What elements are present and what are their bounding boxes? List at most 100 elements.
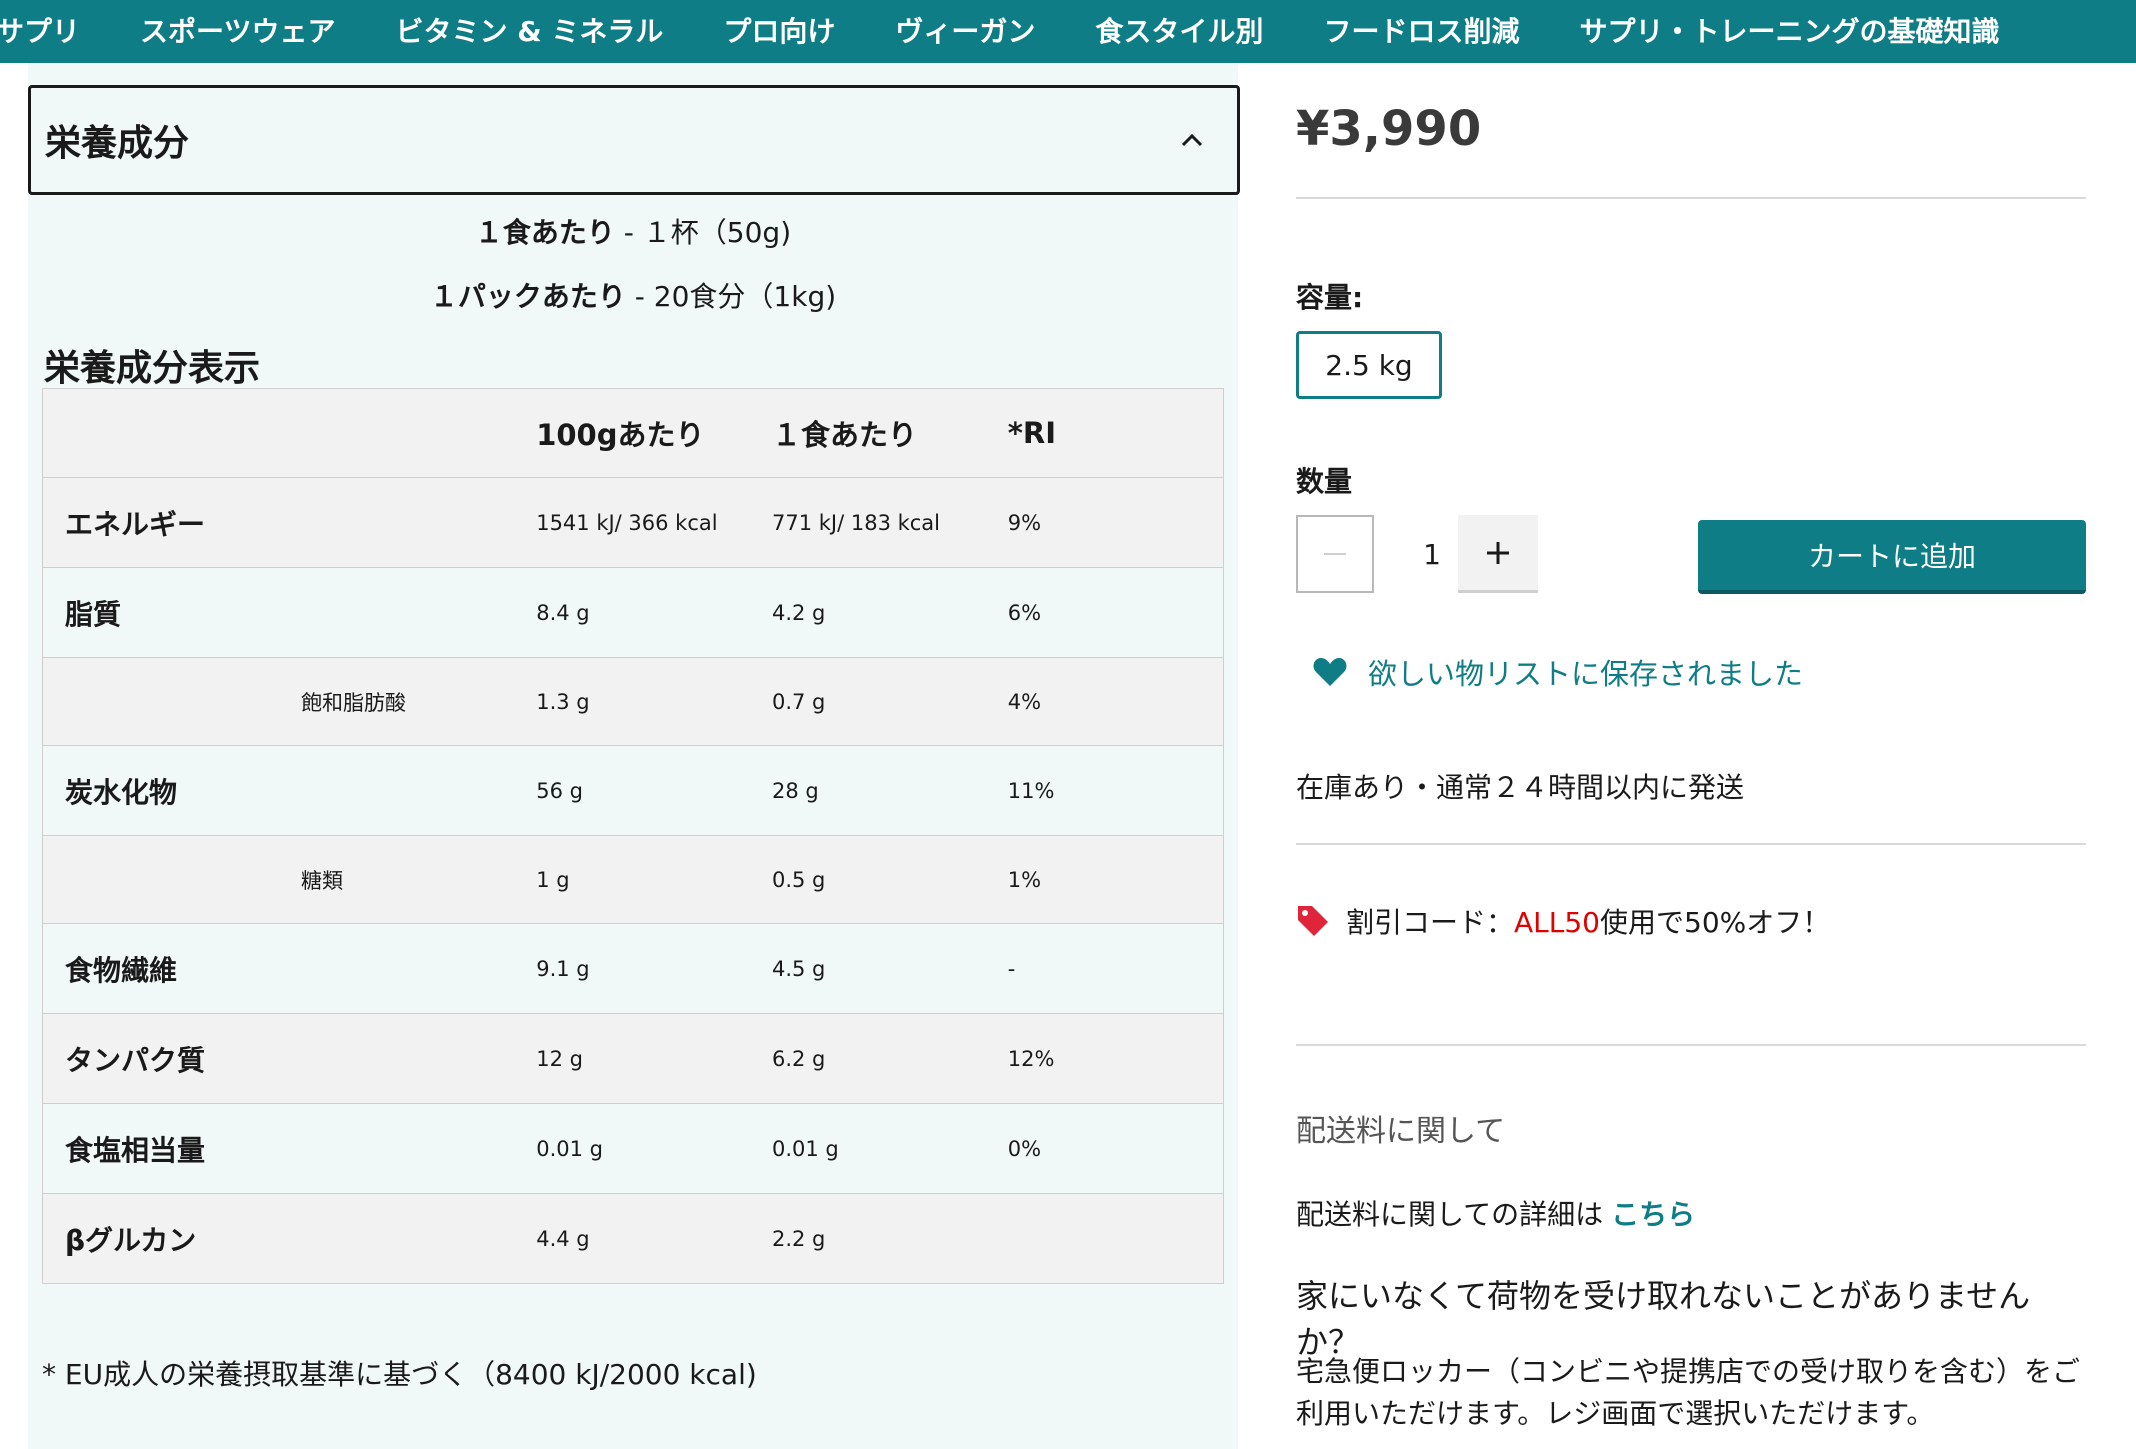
nutrient-ri: 4% bbox=[1007, 689, 1042, 714]
accordion-title: 栄養成分 bbox=[45, 123, 190, 164]
add-to-cart-button[interactable]: カートに追加 bbox=[1698, 520, 2086, 594]
nutrient-per-serving: 28 g bbox=[771, 778, 819, 803]
column-header-name bbox=[43, 389, 537, 478]
nutrient-name: 食塩相当量 bbox=[65, 1133, 206, 1167]
nutrient-per100g: 1 g bbox=[536, 867, 570, 892]
nutrient-name: 食物繊維 bbox=[65, 953, 178, 987]
nutrient-per100g: 8.4 g bbox=[536, 600, 590, 625]
nutrient-subname: 飽和脂肪酸 bbox=[301, 690, 406, 715]
table-row: βグルカン 4.4 g 2.2 g bbox=[42, 1193, 1224, 1284]
minus-icon bbox=[1324, 553, 1346, 555]
discount-code: ALL50 bbox=[1514, 906, 1600, 939]
nav-item-vitamins[interactable]: ビタミン & ミネラル bbox=[365, 0, 693, 63]
servings-per-pack-value: - 20食分（1kg) bbox=[625, 280, 837, 313]
nav-item-food-loss[interactable]: フードロス削減 bbox=[1293, 0, 1549, 63]
nutrient-ri: 1% bbox=[1007, 867, 1042, 892]
nutrient-ri: 12% bbox=[1007, 1046, 1055, 1071]
locker-question: 家にいなくて荷物を受け取れないことがありませんか？ bbox=[1296, 1277, 2031, 1361]
shipping-detail: 配送料に関しての詳細は こちら bbox=[1296, 1193, 1695, 1233]
table-row: 飽和脂肪酸 1.3 g 0.7 g 4% bbox=[42, 657, 1224, 746]
table-row: 糖類 1 g 0.5 g 1% bbox=[42, 835, 1224, 924]
quantity-value[interactable]: 1 bbox=[1402, 515, 1462, 593]
tag-icon bbox=[1298, 906, 1328, 936]
product-price: ¥3,990 bbox=[1296, 101, 1482, 157]
heart-icon bbox=[1313, 658, 1347, 686]
nutrient-per100g: 12 g bbox=[536, 1046, 583, 1071]
table-row: 食物繊維 9.1 g 4.5 g - bbox=[42, 923, 1224, 1014]
nav-item-diet-style[interactable]: 食スタイル別 bbox=[1065, 0, 1293, 63]
top-navigation: サプリ スポーツウェア ビタミン & ミネラル プロ向け ヴィーガン 食スタイル… bbox=[0, 0, 2136, 63]
nav-item-supplements[interactable]: サプリ bbox=[0, 0, 110, 63]
plus-icon bbox=[1487, 541, 1509, 564]
shipping-detail-text: 配送料に関しての詳細は bbox=[1296, 1198, 1604, 1231]
nutrition-panel: 栄養成分 １食あたり - １杯（50g) １パックあたり - 20食分（1kg)… bbox=[28, 63, 1240, 1449]
nutrient-per-serving: 0.01 g bbox=[771, 1136, 839, 1161]
serving-size-value: - １杯（50g) bbox=[614, 216, 792, 249]
nutrient-per100g: 1.3 g bbox=[536, 689, 590, 714]
discount-suffix: 使用で50%オフ！ bbox=[1600, 906, 1831, 939]
nutrient-ri: - bbox=[1007, 956, 1016, 981]
nav-item-pro[interactable]: プロ向け bbox=[693, 0, 865, 63]
column-header-per100g: 100gあたり bbox=[536, 418, 705, 452]
nutrient-name: βグルカン bbox=[65, 1223, 197, 1257]
nutrient-ri: 6% bbox=[1007, 600, 1042, 625]
discount-prefix: 割引コード： bbox=[1346, 906, 1515, 939]
nutrient-ri: 11% bbox=[1007, 778, 1055, 803]
quantity-label: 数量 bbox=[1296, 465, 1353, 498]
serving-size-line: １食あたり - １杯（50g) bbox=[28, 211, 1238, 251]
nutrient-ri: 0% bbox=[1007, 1136, 1042, 1161]
table-row: 炭水化物 56 g 28 g 11% bbox=[42, 745, 1224, 836]
nav-item-basics[interactable]: サプリ・トレーニングの基礎知識 bbox=[1549, 0, 2029, 63]
nutrient-per-serving: 4.5 g bbox=[771, 956, 826, 981]
quantity-decrease-button[interactable] bbox=[1296, 515, 1374, 593]
nutrient-per-serving: 4.2 g bbox=[771, 600, 826, 625]
nutrient-name: 脂質 bbox=[65, 597, 122, 631]
nutrient-ri bbox=[1008, 1194, 1224, 1284]
nutrient-per100g: 56 g bbox=[536, 778, 583, 803]
column-header-ri: *RI bbox=[1007, 416, 1057, 450]
servings-per-pack-label: １パックあたり bbox=[429, 280, 626, 313]
nutrient-per100g: 0.01 g bbox=[536, 1136, 603, 1161]
quantity-increase-button[interactable] bbox=[1458, 515, 1538, 593]
nutrient-per-serving: 771 kJ/ 183 kcal bbox=[771, 510, 941, 535]
nutrition-table: 100gあたり １食あたり *RI エネルギー 1541 kJ/ 366 kca… bbox=[42, 388, 1224, 1284]
nutrient-per-serving: 6.2 g bbox=[771, 1046, 826, 1071]
ri-footnote: * EU成人の栄養摂取基準に基づく（8400 kJ/2000 kcal) bbox=[42, 1358, 757, 1391]
nutrient-name: タンパク質 bbox=[65, 1043, 206, 1077]
divider bbox=[1296, 843, 2086, 845]
column-header-per-serving: １食あたり bbox=[771, 418, 917, 452]
nutrient-per-serving: 2.2 g bbox=[771, 1226, 826, 1251]
shipping-title: 配送料に関して bbox=[1296, 1114, 1506, 1149]
nutrient-per-serving: 0.5 g bbox=[771, 867, 826, 892]
table-row: 脂質 8.4 g 4.2 g 6% bbox=[42, 567, 1224, 658]
wishlist-saved[interactable]: 欲しい物リストに保存されました bbox=[1312, 651, 1803, 693]
table-row: エネルギー 1541 kJ/ 366 kcal 771 kJ/ 183 kcal… bbox=[42, 477, 1224, 568]
nutrient-name: エネルギー bbox=[65, 507, 206, 541]
nutrition-accordion-header[interactable]: 栄養成分 bbox=[28, 85, 1240, 195]
nutrient-subname: 糖類 bbox=[301, 868, 343, 893]
nutrient-per100g: 9.1 g bbox=[536, 956, 590, 981]
discount-banner: 割引コード：ALL50使用で50%オフ！ bbox=[1296, 901, 1830, 941]
table-header-row: 100gあたり １食あたり *RI bbox=[42, 388, 1224, 478]
size-label: 容量: bbox=[1296, 281, 1364, 314]
table-row: 食塩相当量 0.01 g 0.01 g 0% bbox=[42, 1103, 1224, 1194]
discount-text: 割引コード：ALL50使用で50%オフ！ bbox=[1346, 901, 1830, 941]
nutrient-ri: 9% bbox=[1007, 510, 1042, 535]
size-option-2-5kg[interactable]: 2.5 kg bbox=[1296, 331, 1442, 399]
divider bbox=[1296, 197, 2086, 199]
shipping-link[interactable]: こちら bbox=[1611, 1198, 1695, 1231]
nutrition-table-title: 栄養成分表示 bbox=[44, 348, 261, 389]
divider bbox=[1296, 1044, 2086, 1046]
servings-per-pack-line: １パックあたり - 20食分（1kg) bbox=[28, 275, 1238, 315]
stock-status: 在庫あり・通常２４時間以内に発送 bbox=[1296, 771, 1745, 804]
nav-item-vegan[interactable]: ヴィーガン bbox=[865, 0, 1065, 63]
nav-item-sportswear[interactable]: スポーツウェア bbox=[110, 0, 365, 63]
nutrient-per-serving: 0.7 g bbox=[771, 689, 826, 714]
nutrient-name: 炭水化物 bbox=[65, 775, 178, 809]
serving-size-label: １食あたり bbox=[474, 216, 615, 249]
locker-description: 宅急便ロッカー（コンビニや提携店での受け取りを含む）をご利用いただけます。レジ画… bbox=[1296, 1355, 2081, 1430]
wishlist-text: 欲しい物リストに保存されました bbox=[1368, 657, 1804, 691]
nutrient-per100g: 1541 kJ/ 366 kcal bbox=[536, 510, 718, 535]
table-row: タンパク質 12 g 6.2 g 12% bbox=[42, 1013, 1224, 1104]
chevron-up-icon[interactable] bbox=[1177, 125, 1207, 155]
